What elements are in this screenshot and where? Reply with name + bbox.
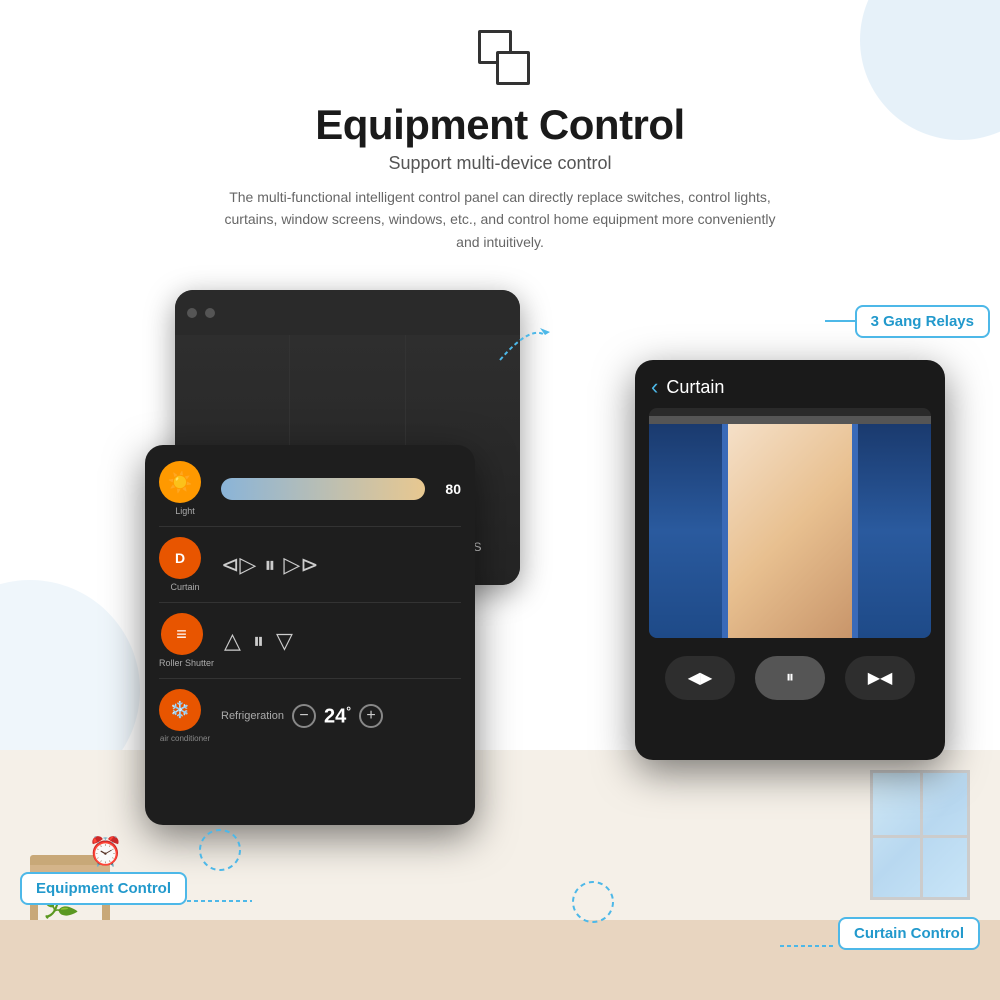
curtain-icon-wrapper: D Curtain — [159, 537, 211, 592]
curtain-ctrl-row: ◀▶ ⏸ ▶◀ — [635, 638, 945, 710]
status-dot — [187, 308, 197, 318]
ac-plus-btn[interactable]: + — [359, 704, 383, 728]
ac-temp-value: 24 — [324, 705, 346, 727]
eq-row-light: ☀️ Light 80 — [159, 461, 461, 527]
ac-icon-circle[interactable]: ❄️ — [159, 689, 201, 731]
curtain-image-area — [649, 408, 931, 638]
roller-up-btn[interactable]: △ — [224, 628, 241, 654]
ac-mode-label: Refrigeration — [221, 710, 284, 722]
callout-equipment: Equipment Control — [20, 872, 187, 905]
eq-row-curtain: D Curtain ⊲▷ ⏸ ▷⊳ — [159, 537, 461, 603]
sub-title: Support multi-device control — [0, 153, 1000, 174]
callout-box-curtain: Curtain Control — [838, 917, 980, 950]
callout-box-3gang: 3 Gang Relays — [855, 305, 990, 338]
ac-icon-wrapper: ❄️ air conditioner — [159, 689, 211, 743]
roller-down-btn[interactable]: ▽ — [276, 628, 293, 654]
curtain-rail — [649, 416, 931, 424]
light-icon-circle[interactable]: ☀️ — [159, 461, 201, 503]
header-section: Equipment Control Support multi-device c… — [0, 0, 1000, 253]
dashed-circle-equipment — [195, 825, 245, 880]
curtain-open-btn[interactable]: ⊲▷ — [221, 552, 256, 578]
callout-box-equipment: Equipment Control — [20, 872, 187, 905]
roller-icon-circle[interactable]: ≡ — [161, 613, 203, 655]
panel-equipment-control: ☀️ Light 80 D Curtain — [145, 445, 475, 825]
roller-icon-wrapper: ≡ Roller Shutter — [159, 613, 214, 668]
curtain-controls: ⊲▷ ⏸ ▷⊳ — [221, 552, 461, 578]
ac-deg-symbol: ° — [346, 704, 351, 718]
description-text: The multi-functional intelligent control… — [220, 186, 780, 253]
callout-arrow-equipment — [187, 886, 267, 916]
light-content: 80 — [221, 478, 461, 500]
eq-row-roller: ≡ Roller Shutter △ ⏸ ▽ — [159, 613, 461, 679]
light-icon-label: Light — [175, 506, 195, 516]
room-window — [870, 770, 970, 900]
ac-row-content: Refrigeration − 24° + — [221, 704, 461, 729]
alarm-clock-icon: ⏰ — [88, 835, 123, 868]
curtain-close-control-btn[interactable]: ▶◀ — [845, 656, 915, 700]
dashed-arc-3gang — [490, 320, 550, 375]
curtain-center-area — [728, 424, 852, 638]
light-icon-wrapper: ☀️ Light — [159, 461, 211, 516]
callout-curtain: Curtain Control — [838, 917, 980, 950]
curtain-icon-label: Curtain — [170, 582, 199, 592]
roller-controls: △ ⏸ ▽ — [224, 628, 461, 654]
ac-icon-label: air conditioner — [160, 734, 210, 743]
curtain-panel-header: ‹ Curtain — [635, 360, 945, 408]
light-value: 80 — [433, 481, 461, 497]
gang-top-bar — [175, 290, 520, 335]
curtain-icon-circle[interactable]: D — [159, 537, 201, 579]
curtain-pause-control-btn[interactable]: ⏸ — [755, 656, 825, 700]
callout-arrow-curtain — [778, 931, 838, 961]
light-slider[interactable] — [221, 478, 425, 500]
eq-row-ac: ❄️ air conditioner Refrigeration − 24° + — [159, 689, 461, 753]
callout-arrow-3gang — [825, 320, 855, 322]
panel-curtain-control: ‹ Curtain ◀▶ ⏸ ▶◀ — [635, 360, 945, 760]
curtain-close-btn[interactable]: ▷⊳ — [283, 552, 318, 578]
curtain-back-btn[interactable]: ‹ — [651, 374, 658, 400]
callout-3gang: 3 Gang Relays — [855, 305, 990, 338]
ac-temp-display: 24° — [324, 704, 351, 729]
curtain-panel-title: Curtain — [666, 377, 724, 398]
curtain-open-control-btn[interactable]: ◀▶ — [665, 656, 735, 700]
dashed-circle-curtain — [568, 877, 618, 932]
curtain-pause-btn[interactable]: ⏸ — [264, 552, 275, 578]
roller-icon-label: Roller Shutter — [159, 658, 214, 668]
light-slider-wrapper: 80 — [221, 478, 461, 500]
copy-icon — [470, 30, 530, 85]
main-title: Equipment Control — [0, 101, 1000, 149]
curtain-left-panel — [649, 424, 728, 638]
roller-stop-btn[interactable]: ⏸ — [253, 628, 264, 654]
ac-minus-btn[interactable]: − — [292, 704, 316, 728]
curtain-right-panel — [852, 424, 931, 638]
status-dot — [205, 308, 215, 318]
